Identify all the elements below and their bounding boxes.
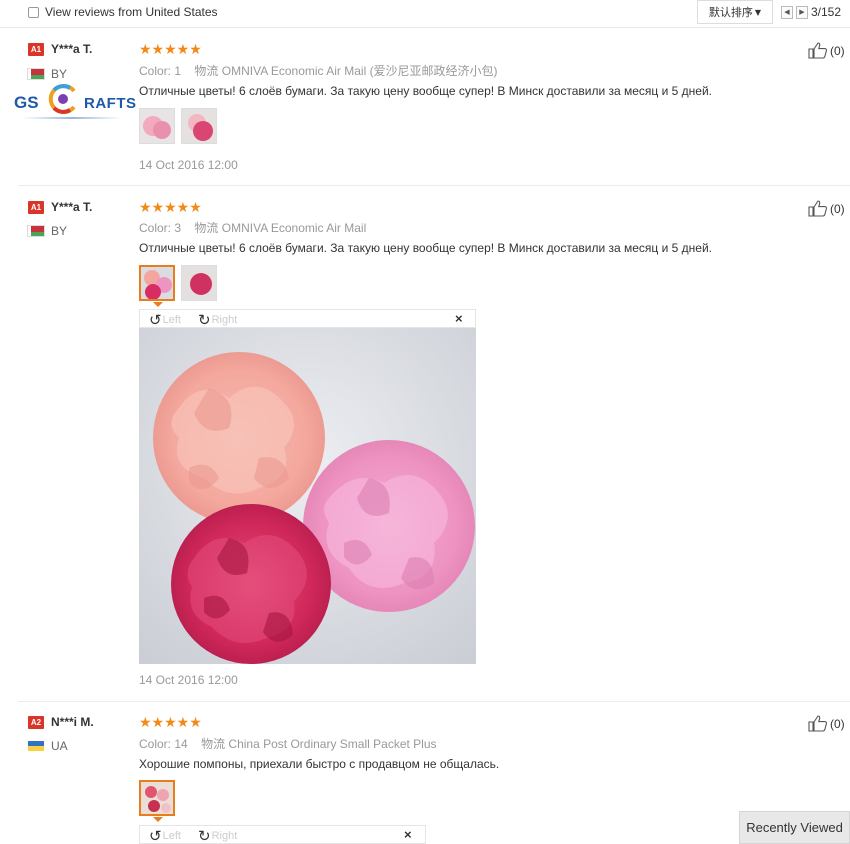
next-page-button[interactable]: ▶ — [796, 5, 808, 19]
rating-stars: ★★★★★ — [139, 714, 202, 730]
order-info: Color: 14 物流 China Post Ordinary Small P… — [139, 735, 437, 752]
sort-label: 默认排序 — [708, 6, 753, 19]
logistics-value: OMNIVA Economic Air Mail (爱沙尼亚邮政经济小包) — [221, 64, 498, 78]
buyer-level-badge: A1 — [28, 43, 44, 56]
helpful-button[interactable]: (0) — [808, 42, 845, 59]
review-text: Отличные цветы! 6 слоёв бумаги. За такую… — [139, 84, 713, 98]
review-text: Хорошие помпоны, приехали быстро с прода… — [139, 757, 500, 771]
helpful-count: (0) — [830, 201, 845, 216]
recently-viewed-button[interactable]: Recently Viewed — [739, 811, 850, 844]
flag-icon — [28, 741, 44, 751]
logistics-value: OMNIVA Economic Air Mail — [221, 221, 367, 235]
page-indicator: 3/152 — [811, 5, 842, 19]
review-photo-large — [139, 328, 476, 664]
helpful-count: (0) — [830, 716, 845, 731]
review-photo-thumb-selected[interactable] — [139, 780, 175, 816]
photo-viewer-toolbar: ↺ Left ↻ Right × — [139, 825, 426, 844]
logo-text-gs: GS — [14, 93, 39, 112]
us-filter-checkbox[interactable] — [28, 6, 39, 18]
logo-underline — [22, 117, 122, 119]
reviewer-name: Y***a T. — [51, 200, 93, 214]
chevron-down-icon: ▼ — [754, 7, 762, 17]
helpful-button[interactable]: (0) — [808, 200, 845, 217]
divider — [18, 701, 850, 702]
buyer-level-badge: A1 — [28, 201, 44, 214]
rotate-left-label: Left — [162, 314, 181, 326]
rotate-left-icon: ↺ — [149, 828, 162, 844]
helpful-count: (0) — [830, 43, 845, 58]
close-viewer-button[interactable]: × — [455, 311, 463, 326]
order-info: Color: 1 物流 OMNIVA Economic Air Mail (爱沙… — [139, 62, 498, 79]
review-photo-thumb[interactable] — [181, 108, 217, 144]
sort-dropdown[interactable]: 默认排序 ▼ — [697, 0, 773, 24]
thumbs-up-icon — [808, 200, 828, 217]
buyer-level-badge: A2 — [28, 716, 44, 729]
logistics-label: 物流 — [201, 737, 226, 751]
selected-caret — [153, 302, 163, 307]
thumbs-up-icon — [808, 42, 828, 59]
photo-viewer-toolbar: ↺ Left ↻ Right × — [139, 309, 476, 329]
reviewer-name: Y***a T. — [51, 42, 93, 56]
review-text: Отличные цветы! 6 слоёв бумаги. За такую… — [139, 241, 713, 255]
us-filter-label: View reviews from United States — [45, 5, 218, 19]
rotate-right-label: Right — [211, 314, 238, 326]
reviewer-country: UA — [51, 739, 68, 753]
reviewer-country: BY — [51, 224, 68, 238]
rotate-left-button[interactable]: ↺ Left — [149, 311, 181, 329]
close-viewer-button[interactable]: × — [404, 827, 412, 842]
prev-page-button[interactable]: ◀ — [781, 5, 793, 19]
color-label: Color: — [139, 64, 172, 78]
reviewer-name: N***i M. — [51, 715, 94, 729]
us-filter[interactable]: View reviews from United States — [28, 5, 218, 19]
rating-stars: ★★★★★ — [139, 41, 202, 57]
selected-caret — [153, 817, 163, 822]
divider — [18, 185, 850, 186]
logo-text-rafts: RAFTS — [84, 95, 137, 112]
logistics-label: 物流 — [194, 221, 219, 235]
logo-c-mark — [48, 84, 76, 114]
helpful-button[interactable]: (0) — [808, 715, 845, 732]
logistics-label: 物流 — [194, 64, 219, 78]
rotate-left-label: Left — [162, 830, 181, 842]
review-photo-thumb-selected[interactable] — [139, 265, 175, 301]
color-label: Color: — [139, 221, 172, 235]
color-value: 14 — [174, 737, 188, 751]
store-logo: GS RAFTS — [12, 79, 136, 121]
color-value: 3 — [174, 221, 182, 235]
review-toolbar: View reviews from United States 默认排序 ▼ ◀… — [0, 0, 850, 28]
pagination: ◀ ▶ 3/152 — [781, 5, 841, 19]
rotate-right-icon: ↻ — [198, 828, 211, 844]
rotate-right-icon: ↻ — [198, 312, 211, 329]
logistics-value: China Post Ordinary Small Packet Plus — [228, 737, 437, 751]
rating-stars: ★★★★★ — [139, 199, 202, 215]
order-info: Color: 3 物流 OMNIVA Economic Air Mail — [139, 219, 366, 236]
color-value: 1 — [174, 64, 182, 78]
review-photo-thumb[interactable] — [139, 108, 175, 144]
rotate-left-icon: ↺ — [149, 312, 162, 329]
color-label: Color: — [139, 737, 172, 751]
review-date: 14 Oct 2016 12:00 — [139, 158, 238, 172]
review-date: 14 Oct 2016 12:00 — [139, 673, 238, 687]
flag-icon — [27, 225, 45, 237]
rotate-right-button[interactable]: ↻ Right — [198, 311, 237, 329]
flag-icon — [27, 68, 45, 80]
rotate-right-label: Right — [211, 830, 238, 842]
rotate-left-button[interactable]: ↺ Left — [149, 827, 181, 844]
review-photo-thumb[interactable] — [181, 265, 217, 301]
rotate-right-button[interactable]: ↻ Right — [198, 827, 237, 844]
thumbs-up-icon — [808, 715, 828, 732]
